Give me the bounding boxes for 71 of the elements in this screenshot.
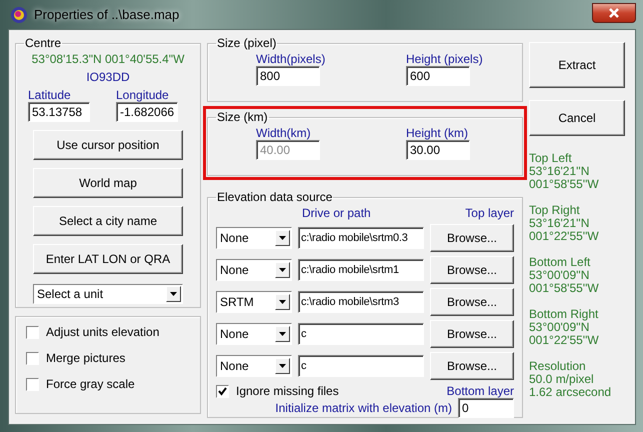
info-title: Bottom Right: [529, 308, 600, 321]
dropdown[interactable]: None: [216, 259, 292, 281]
dropdown[interactable]: SRTM: [216, 291, 292, 313]
input-field[interactable]: c:\radio mobile\srtm3: [298, 291, 424, 313]
action-button[interactable]: Use cursor position: [33, 130, 183, 160]
group-title: Elevation data source: [216, 190, 334, 204]
browse-button[interactable]: Browse...: [430, 256, 514, 284]
info-title: Resolution: [529, 360, 587, 373]
field-label: Width(pixels): [256, 52, 326, 66]
info-text: 001°22'55''W: [529, 334, 600, 347]
browse-button[interactable]: Browse...: [430, 320, 514, 348]
field-label: Latitude: [28, 88, 72, 102]
field-label: Width(km): [256, 126, 311, 140]
checkbox[interactable]: [26, 378, 39, 390]
browse-button[interactable]: Browse...: [430, 224, 514, 252]
layer-label: Bottom layer: [446, 384, 514, 398]
action-button[interactable]: World map: [33, 168, 183, 198]
info-text: 53°00'09''N: [529, 269, 590, 282]
locator-text: IO93DD: [86, 70, 130, 84]
info-text: 50.0 m/pixel: [529, 373, 595, 386]
dropdown[interactable]: Select a unit: [33, 284, 183, 304]
browse-button[interactable]: Browse...: [430, 288, 514, 316]
checkbox[interactable]: [26, 352, 39, 364]
dropdown[interactable]: None: [216, 323, 292, 345]
close-button[interactable]: [592, 2, 636, 22]
field-label: Longitude: [116, 88, 170, 102]
input-field[interactable]: c: [298, 323, 424, 345]
dropdown[interactable]: None: [216, 227, 292, 249]
info-text: 001°58'55''W: [529, 282, 600, 295]
input-field[interactable]: 53.13758: [28, 102, 90, 122]
input-field[interactable]: c:\radio mobile\srtm0.3: [298, 227, 424, 249]
info-text: 1.62 arcsecond: [529, 386, 612, 399]
coordinates-text: 53°08'15.3"N 001°40'55.4"W: [32, 52, 184, 66]
input-field[interactable]: 30.00: [406, 140, 470, 160]
window-title: Properties of ..\base.map: [34, 7, 180, 22]
input-field[interactable]: 800: [256, 66, 320, 86]
dialog-button[interactable]: Cancel: [529, 100, 625, 136]
close-icon: [609, 8, 619, 18]
action-button[interactable]: Enter LAT LON or QRA: [33, 244, 183, 274]
info-title: Top Right: [529, 204, 581, 217]
info-text: 53°00'09''N: [529, 321, 590, 334]
info-title: Bottom Left: [529, 256, 592, 269]
input-field[interactable]: c:\radio mobile\srtm1: [298, 259, 424, 281]
dialog-button[interactable]: Extract: [529, 42, 625, 88]
checkbox-label: Ignore missing files: [236, 384, 339, 398]
info-text: 53°16'21''N: [529, 165, 590, 178]
input-field[interactable]: c: [298, 355, 424, 377]
field-label: Height (km): [406, 126, 468, 140]
action-button[interactable]: Select a city name: [33, 206, 183, 236]
group-title: Size (pixel): [216, 36, 278, 50]
info-text: 001°22'55''W: [529, 230, 600, 243]
checkbox-label: Force gray scale: [46, 377, 135, 391]
group-title: Size (km): [216, 110, 269, 124]
layer-label: Top layer: [465, 206, 514, 222]
input-field[interactable]: -1.682066: [116, 102, 178, 122]
app-icon: [10, 6, 28, 24]
info-text: 001°58'55''W: [529, 178, 600, 191]
input-field[interactable]: 600: [406, 66, 470, 86]
input-field[interactable]: 0: [458, 398, 514, 418]
checkbox[interactable]: [26, 326, 39, 338]
checkbox-label: Adjust units elevation: [46, 325, 160, 339]
info-text: 53°16'21''N: [529, 217, 590, 230]
checkbox-label: Merge pictures: [46, 351, 126, 365]
dropdown[interactable]: None: [216, 355, 292, 377]
checkbox[interactable]: [216, 384, 229, 398]
field-label: Initialize matrix with elevation (m): [275, 401, 452, 415]
info-title: Top Left: [529, 152, 573, 165]
browse-button[interactable]: Browse...: [430, 352, 514, 380]
field-label: Height (pixels): [406, 52, 483, 66]
column-heading: Drive or path: [302, 206, 371, 222]
group-title: Centre: [24, 36, 62, 50]
